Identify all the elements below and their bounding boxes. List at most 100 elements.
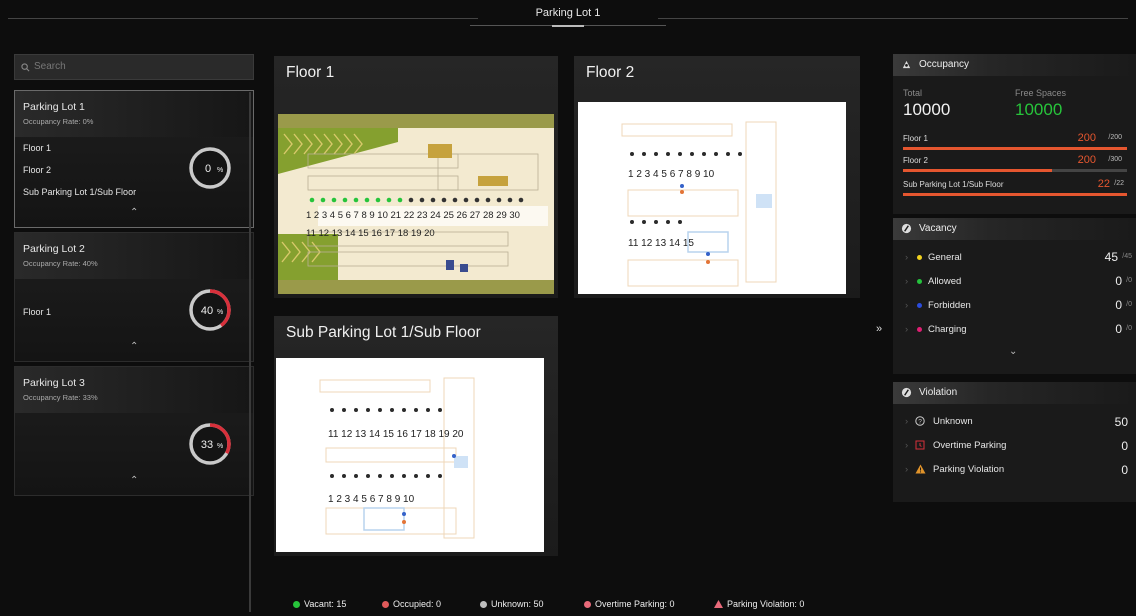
title-bar: Parking Lot 1	[0, 0, 1136, 28]
vacancy-value: 45	[1104, 250, 1118, 264]
occupied-dot-icon	[382, 600, 389, 608]
floor-plan-image[interactable]: 1 2 3 4 5 6 7 8 9 10 21 22 23 24 25 26 2…	[278, 114, 554, 294]
slot-numbers-row: 1 2 3 4 5 6 7 8 9 10	[328, 494, 415, 505]
legend-label: Overtime Parking: 0	[595, 599, 675, 609]
floor-item[interactable]: Floor 2	[23, 165, 51, 175]
floor-bar-fill	[903, 147, 1127, 150]
search-input[interactable]: Search	[14, 54, 254, 80]
lot-card-1[interactable]: Parking Lot 1 Occupancy Rate: 0% Floor 1…	[14, 90, 254, 228]
vacancy-label: Charging	[928, 324, 967, 335]
floor-item[interactable]: Floor 1	[23, 307, 51, 317]
unknown-icon: ?	[915, 416, 925, 426]
violation-icon	[901, 387, 912, 398]
expand-panel-icon[interactable]: »	[876, 323, 882, 335]
legend-label: Parking Violation: 0	[727, 599, 805, 609]
ring-unit: %	[217, 309, 223, 316]
map-title: Floor 1	[286, 64, 335, 81]
panel-title: Violation	[919, 387, 958, 398]
legend-unknown: Unknown: 50	[480, 599, 544, 609]
status-dot	[917, 255, 922, 260]
expand-more-icon[interactable]: ⌄	[1009, 346, 1017, 357]
legend-vacant: Vacant: 15	[293, 599, 346, 609]
ring-unit: %	[217, 167, 223, 174]
chevron-right-icon: ›	[905, 252, 909, 263]
clock-alert-icon	[915, 440, 925, 450]
free-spaces-value: 10000	[1015, 100, 1063, 119]
floor-item[interactable]: Sub Parking Lot 1/Sub Floor	[23, 187, 136, 197]
floor-max: /300	[1108, 156, 1122, 163]
map-card-floor-2[interactable]: Floor 2 1 2 3 4 5 6 7 8 9 10 11 12 13 14…	[574, 56, 860, 298]
legend-label: Vacant: 15	[304, 599, 347, 609]
total-label: Total	[903, 88, 923, 98]
svg-text:?: ?	[918, 418, 922, 425]
collapse-icon[interactable]: ⌃	[130, 341, 138, 352]
vacancy-max: /0	[1126, 277, 1132, 284]
legend-label: Occupied: 0	[393, 599, 442, 609]
panel-title: Vacancy	[919, 223, 957, 234]
ring-unit: %	[217, 443, 223, 450]
legend-violation: Parking Violation: 0	[714, 599, 804, 609]
map-title: Floor 2	[586, 64, 635, 81]
map-card-floor-1[interactable]: Floor 1 1 2 3 4 5 6 7 8 9 10 21 22 23 24…	[274, 56, 558, 298]
lot-sidebar: Search Parking Lot 1 Occupancy Rate: 0% …	[14, 54, 254, 614]
lot-tab[interactable]: Parking Lot 1	[470, 2, 666, 27]
vacancy-header: Vacancy	[893, 218, 1136, 240]
total-value: 10000	[903, 100, 951, 119]
floor-bar-fill	[903, 169, 1053, 172]
search-icon	[21, 62, 30, 71]
chevron-right-icon: ›	[905, 464, 909, 475]
status-dot	[917, 327, 922, 332]
occupancy-icon	[902, 60, 911, 69]
warning-icon	[915, 464, 926, 474]
occupancy-panel: Occupancy Total 10000 Free Spaces 10000 …	[893, 54, 1136, 214]
floor-name: Sub Parking Lot 1/Sub Floor	[903, 180, 1004, 189]
collapse-icon[interactable]: ⌃	[130, 207, 138, 218]
violation-value: 0	[1121, 439, 1128, 453]
floor-plan-drawing: 11 12 13 14 15 16 17 18 19 20 1 2 3 4 5 …	[276, 358, 544, 552]
lot-card-2[interactable]: Parking Lot 2 Occupancy Rate: 40% Floor …	[14, 232, 254, 362]
chevron-right-icon: ›	[905, 440, 909, 451]
lot-card-header: Parking Lot 3 Occupancy Rate: 33%	[15, 367, 253, 413]
violation-triangle-icon	[714, 600, 723, 608]
lot-name: Parking Lot 2	[23, 243, 85, 255]
vacancy-panel: Vacancy › General 45 /45 › Allowed 0 /0 …	[893, 218, 1136, 374]
violation-panel: Violation › ? Unknown 50 › Overtime Park…	[893, 382, 1136, 502]
lot-card-3[interactable]: Parking Lot 3 Occupancy Rate: 33% 33 % ⌃	[14, 366, 254, 496]
violation-header: Violation	[893, 382, 1136, 404]
floor-item[interactable]: Floor 1	[23, 143, 51, 153]
occupancy-ring: 33 %	[189, 423, 231, 465]
chevron-right-icon: ›	[905, 300, 909, 311]
status-dot	[917, 303, 922, 308]
lot-occupancy-rate: Occupancy Rate: 33%	[23, 393, 98, 402]
violation-label: Overtime Parking	[933, 440, 1007, 451]
vacancy-value: 0	[1115, 274, 1122, 288]
ring-value: 40	[201, 305, 213, 317]
chevron-right-icon: ›	[905, 276, 909, 287]
occupancy-header: Occupancy	[893, 54, 1136, 76]
unknown-dot-icon	[480, 600, 487, 608]
floor-max: /22	[1114, 180, 1124, 187]
floor-max: /200	[1108, 134, 1122, 141]
floor-plan-drawing: 1 2 3 4 5 6 7 8 9 10 21 22 23 24 25 26 2…	[278, 114, 554, 294]
overtime-dot-icon	[584, 600, 591, 608]
legend-occupied: Occupied: 0	[382, 599, 441, 609]
slot-numbers-row: 11 12 13 14 15	[628, 238, 694, 249]
lot-card-header: Parking Lot 1 Occupancy Rate: 0%	[15, 91, 253, 137]
collapse-icon[interactable]: ⌃	[130, 475, 138, 486]
lot-occupancy-rate: Occupancy Rate: 40%	[23, 259, 98, 268]
lot-name: Parking Lot 3	[23, 377, 85, 389]
map-title: Sub Parking Lot 1/Sub Floor	[286, 324, 481, 341]
ring-value: 33	[201, 439, 213, 451]
title-divider-right	[658, 18, 1128, 19]
lot-card-header: Parking Lot 2 Occupancy Rate: 40%	[15, 233, 253, 279]
tab-underline	[552, 25, 584, 27]
lot-tab-label: Parking Lot 1	[535, 7, 601, 19]
floor-plan-image[interactable]: 11 12 13 14 15 16 17 18 19 20 1 2 3 4 5 …	[276, 358, 544, 552]
occupancy-ring: 40 %	[189, 289, 231, 331]
occupancy-ring: 0 %	[189, 147, 231, 189]
floor-plan-image[interactable]: 1 2 3 4 5 6 7 8 9 10 11 12 13 14 15	[578, 102, 846, 294]
map-card-sub-floor[interactable]: Sub Parking Lot 1/Sub Floor 11 12 13 14 …	[274, 316, 558, 556]
floor-count: 200	[1077, 154, 1096, 166]
vacancy-max: /0	[1126, 325, 1132, 332]
violation-label: Unknown	[933, 416, 973, 427]
